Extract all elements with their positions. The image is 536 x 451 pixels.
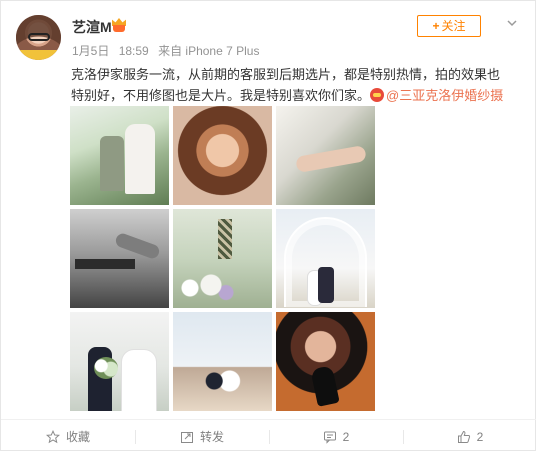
action-bar: 收藏 转发 2 2	[1, 419, 536, 451]
repost-button[interactable]: 转发	[135, 420, 269, 451]
favorite-label: 收藏	[65, 430, 90, 444]
comment-icon	[323, 430, 337, 444]
photo-9-glove	[310, 365, 340, 407]
photo-5[interactable]	[173, 209, 272, 308]
chevron-down-icon[interactable]	[506, 17, 518, 29]
photo-7-bouquet	[94, 357, 118, 379]
weibo-post-card: 艺渲M 1月5日 18:59 来自 iPhone 7 Plus + 关注 克洛伊家…	[0, 0, 536, 451]
photo-4-leg	[113, 231, 162, 261]
photo-7[interactable]	[70, 312, 169, 411]
photo-6-groom	[318, 267, 334, 303]
user-name[interactable]: 艺渲M	[72, 17, 112, 37]
photo-4-bench	[75, 259, 135, 269]
avatar-glasses	[28, 33, 50, 41]
post-date[interactable]: 1月5日	[72, 44, 109, 58]
thumbs-up-icon	[457, 430, 471, 444]
photo-8-couple	[201, 370, 245, 392]
comment-button[interactable]: 2	[269, 420, 403, 451]
post-time[interactable]: 18:59	[119, 44, 149, 58]
comment-count: 2	[342, 429, 350, 444]
photo-9[interactable]	[276, 312, 375, 411]
image-grid	[70, 106, 375, 411]
favorite-button[interactable]: 收藏	[1, 420, 135, 451]
post-source: 来自 iPhone 7 Plus	[158, 44, 260, 58]
photo-7-bride	[122, 350, 156, 411]
badge-body	[113, 25, 125, 32]
follow-label: 关注	[441, 19, 466, 33]
follow-button[interactable]: + 关注	[417, 15, 481, 37]
photo-1[interactable]	[70, 106, 169, 205]
photo-4[interactable]	[70, 209, 169, 308]
repost-icon	[180, 430, 194, 444]
like-button[interactable]: 2	[403, 420, 536, 451]
star-icon	[45, 429, 61, 444]
photo-1-groom	[100, 136, 124, 191]
post-meta: 1月5日 18:59 来自 iPhone 7 Plus	[72, 42, 265, 59]
photo-5-flowers	[178, 273, 238, 303]
plus-icon: +	[432, 19, 440, 33]
photo-5-tie	[218, 219, 232, 259]
photo-6[interactable]	[276, 209, 375, 308]
photo-8[interactable]	[173, 312, 272, 411]
avatar-shirt	[16, 50, 61, 60]
like-count: 2	[476, 429, 484, 444]
emoji-icon	[370, 88, 385, 102]
photo-1-bride	[125, 124, 155, 194]
photo-3[interactable]	[276, 106, 375, 205]
vip-badge-icon[interactable]	[111, 18, 127, 32]
photo-3-arm	[295, 145, 367, 173]
photo-2[interactable]	[173, 106, 272, 205]
repost-label: 转发	[199, 430, 224, 444]
avatar[interactable]	[16, 15, 61, 60]
